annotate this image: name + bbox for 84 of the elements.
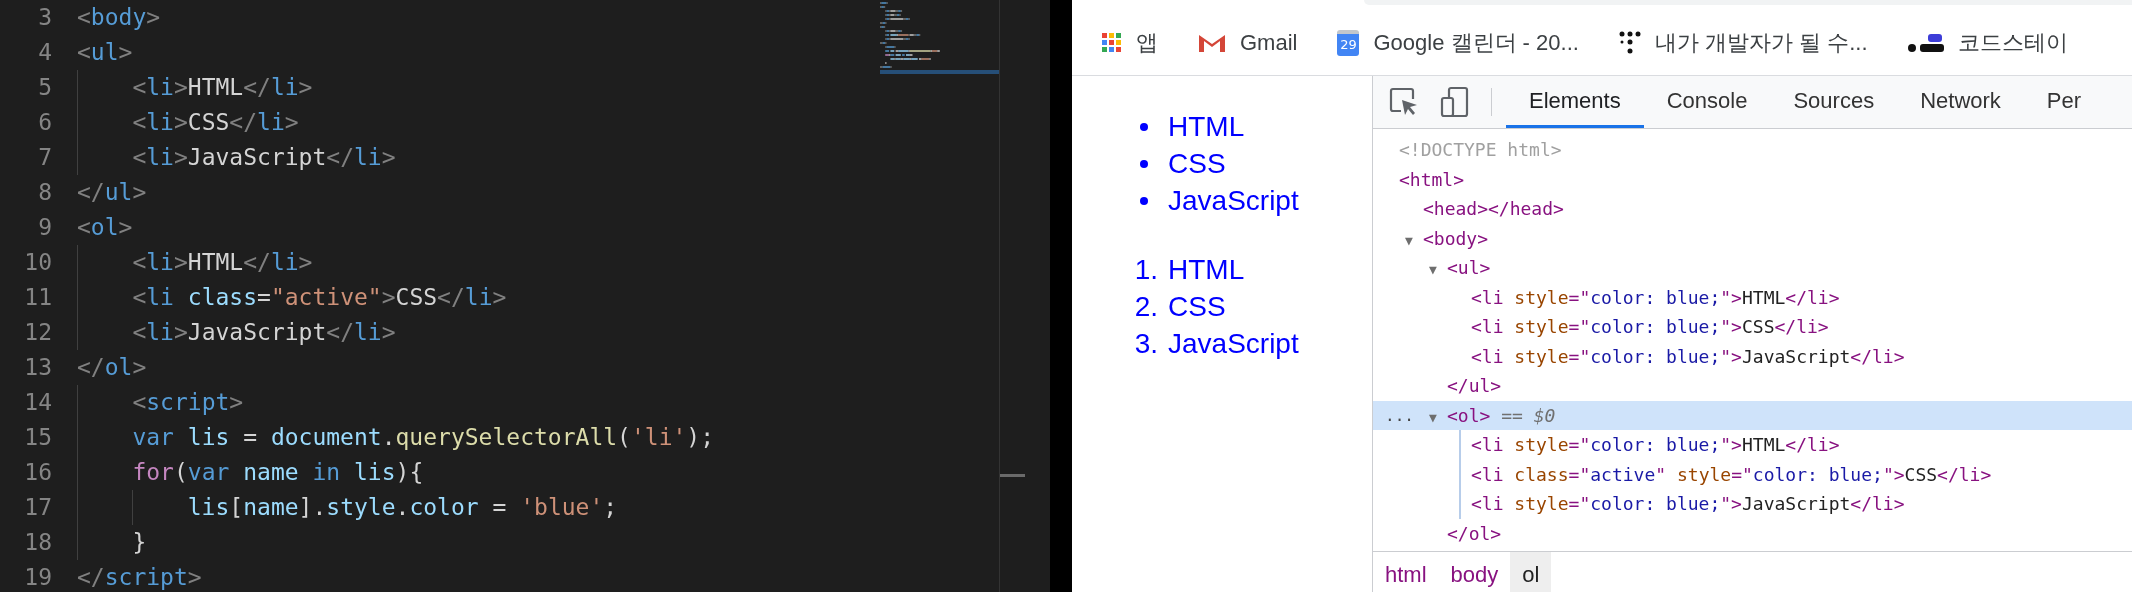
line-number: 16	[23, 458, 52, 487]
line-number: 11	[23, 283, 52, 312]
calendar-icon: 29	[1337, 29, 1360, 56]
code-line: <li>HTML</li>	[77, 245, 313, 280]
code-line: for(var name in lis){	[77, 455, 424, 490]
bookmark-link[interactable]: 앱	[1102, 27, 1158, 58]
triangle-toggle[interactable]: ▼	[1429, 402, 1445, 432]
line-number: 14	[23, 388, 52, 417]
line-number: 12	[23, 318, 52, 347]
bookmark-link[interactable]: 내가 개발자가 될 수...	[1618, 27, 1868, 58]
device-icon[interactable]	[1439, 86, 1471, 118]
line-number: 3	[37, 3, 52, 32]
code-line: <li>JavaScript</li>	[77, 315, 396, 350]
code-line: </ol>	[77, 353, 147, 382]
more-dots[interactable]: ...	[1385, 400, 1414, 430]
devtools-tab[interactable]: Sources	[1770, 76, 1898, 128]
list-item-text: HTML	[1168, 110, 1245, 143]
line-number: 13	[23, 353, 52, 382]
bookmark-link[interactable]: Gmail	[1198, 29, 1298, 56]
bullet-icon	[1140, 196, 1148, 205]
list-number: 2.	[1133, 290, 1158, 323]
code-line: <li>JavaScript</li>	[77, 140, 396, 175]
list-item-text: JavaScript	[1168, 184, 1299, 217]
inspect-icon[interactable]	[1389, 87, 1419, 117]
dom-node-row[interactable]: <li style="color: blue;">JavaScript</li>	[1373, 489, 2132, 519]
dom-node-row[interactable]: <li style="color: blue;">HTML</li>	[1373, 282, 2132, 312]
dom-node-row[interactable]: <li style="color: blue;">CSS</li>	[1373, 312, 2132, 342]
line-number: 15	[23, 423, 52, 452]
line-number: 8	[37, 178, 52, 207]
dom-node-row[interactable]: ▼ <ul>	[1373, 253, 2132, 283]
breadcrumb[interactable]: ol	[1510, 552, 1552, 592]
code-line: var lis = document.querySelectorAll('li');	[77, 420, 715, 455]
line-number: 19	[23, 563, 52, 592]
devtools-tab[interactable]: Network	[1897, 76, 2024, 128]
line-number: 5	[37, 73, 52, 102]
devtools-tab[interactable]: Per	[2023, 76, 2105, 128]
line-number: 17	[23, 493, 52, 522]
dots-icon	[1618, 30, 1641, 55]
dom-node-row[interactable]: <li class="active" style="color: blue;">CSS</li>	[1373, 459, 2132, 489]
code-line: <script>	[77, 385, 244, 420]
triangle-toggle[interactable]: ▼	[1429, 255, 1445, 285]
line-number: 6	[37, 108, 52, 137]
dom-node-row[interactable]: <li style="color: blue;">HTML</li>	[1373, 430, 2132, 460]
dom-closing-tag: </ul>	[1373, 371, 2132, 401]
devtools-tab[interactable]: Console	[1643, 76, 1771, 128]
list-item-text: CSS	[1168, 147, 1226, 180]
list-item-text: HTML	[1168, 253, 1245, 286]
code-line: <ol>	[77, 213, 133, 242]
line-number: 7	[37, 143, 52, 172]
code-line: }	[77, 525, 147, 560]
line-number: 10	[23, 248, 52, 277]
dom-closing-tag: </ol>	[1373, 518, 2132, 548]
list-item-text: CSS	[1168, 290, 1226, 323]
list-number: 3.	[1133, 327, 1158, 360]
triangle-toggle[interactable]: ▼	[1405, 225, 1421, 255]
list-number: 1.	[1133, 253, 1158, 286]
list-item-text: JavaScript	[1168, 327, 1299, 360]
line-number: 18	[23, 528, 52, 557]
bookmark-link[interactable]: 코드스테이	[1907, 27, 2068, 58]
dom-node-row[interactable]: ▼ <body>	[1373, 223, 2132, 253]
code-line: <li>CSS</li>	[77, 105, 299, 140]
line-number: 9	[37, 213, 52, 242]
code-line: </ul>	[77, 178, 147, 207]
bullet-icon	[1140, 159, 1148, 168]
dom-node-row[interactable]: <html>	[1373, 164, 2132, 194]
breadcrumb[interactable]: body	[1438, 552, 1511, 592]
code-line: <li class="active">CSS</li>	[77, 280, 507, 315]
bookmark-link[interactable]: 29 Google 캘린더 - 20...	[1337, 27, 1579, 58]
breadcrumb[interactable]: html	[1373, 552, 1439, 592]
dom-node-row[interactable]: ... ▼ <ol> == $0	[1373, 400, 2132, 430]
bullet-icon	[1140, 122, 1148, 131]
devtools-tab[interactable]: Elements	[1506, 76, 1644, 128]
dom-node-row[interactable]: <head></head>	[1373, 194, 2132, 224]
scroll-marker[interactable]	[1000, 474, 1025, 477]
code-line: <body>	[77, 3, 161, 32]
dom-node-row[interactable]: <li style="color: blue;">JavaScript</li>	[1373, 341, 2132, 371]
apps-grid-icon	[1102, 32, 1122, 53]
code-line: <li>HTML</li>	[77, 70, 313, 105]
code-line: <ul>	[77, 38, 133, 67]
line-number: 4	[37, 38, 52, 67]
code-line: lis[name].style.color = 'blue';	[77, 490, 618, 525]
mail-icon	[1198, 32, 1226, 53]
code-line: </script>	[77, 563, 202, 592]
dot-bar-icon	[1907, 31, 1944, 54]
